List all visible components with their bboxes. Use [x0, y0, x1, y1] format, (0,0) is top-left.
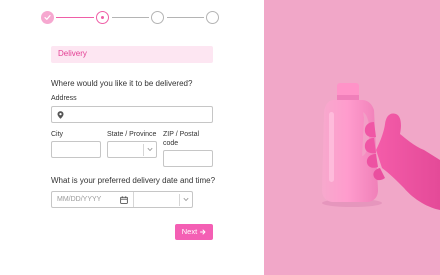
- state-label: State / Province: [107, 131, 157, 138]
- map-pin-icon: [57, 111, 64, 119]
- date-time-divider: [133, 192, 134, 207]
- step-1-completed[interactable]: [41, 11, 54, 24]
- check-icon: [44, 15, 51, 20]
- city-input[interactable]: [51, 141, 101, 158]
- delivery-datetime-group: MM/DD/YYYY: [51, 191, 193, 208]
- delivery-form-panel: Delivery Where would you like it to be d…: [0, 0, 264, 275]
- state-dropdown-toggle[interactable]: [143, 144, 156, 156]
- calendar-icon[interactable]: [120, 196, 128, 204]
- datetime-question: What is your preferred delivery date and…: [51, 176, 216, 185]
- state-select[interactable]: [107, 141, 157, 158]
- chevron-down-icon: [147, 147, 153, 152]
- date-input[interactable]: MM/DD/YYYY: [57, 196, 101, 203]
- zip-input[interactable]: [163, 150, 213, 167]
- time-select[interactable]: [179, 194, 192, 206]
- city-label: City: [51, 131, 64, 138]
- zip-label: ZIP / Postal code: [163, 131, 200, 147]
- next-button[interactable]: Next: [175, 224, 213, 240]
- step-4-upcoming[interactable]: [206, 11, 219, 24]
- product-photo: [264, 0, 440, 275]
- step-connector-2: [112, 17, 149, 19]
- chevron-down-icon: [183, 197, 189, 202]
- address-question: Where would you like it to be delivered?: [51, 79, 193, 88]
- step-connector-1: [56, 17, 94, 19]
- next-button-label: Next: [181, 227, 198, 236]
- section-header: Delivery: [51, 46, 213, 63]
- step-2-current[interactable]: [96, 11, 109, 24]
- detergent-bottle-illustration: [322, 83, 440, 210]
- step-3-upcoming[interactable]: [151, 11, 164, 24]
- arrow-right-icon: [200, 229, 206, 234]
- address-input[interactable]: [51, 106, 213, 123]
- step-connector-3: [167, 17, 204, 19]
- section-title: Delivery: [58, 49, 87, 58]
- progress-stepper: [41, 11, 221, 25]
- address-label: Address: [51, 95, 77, 102]
